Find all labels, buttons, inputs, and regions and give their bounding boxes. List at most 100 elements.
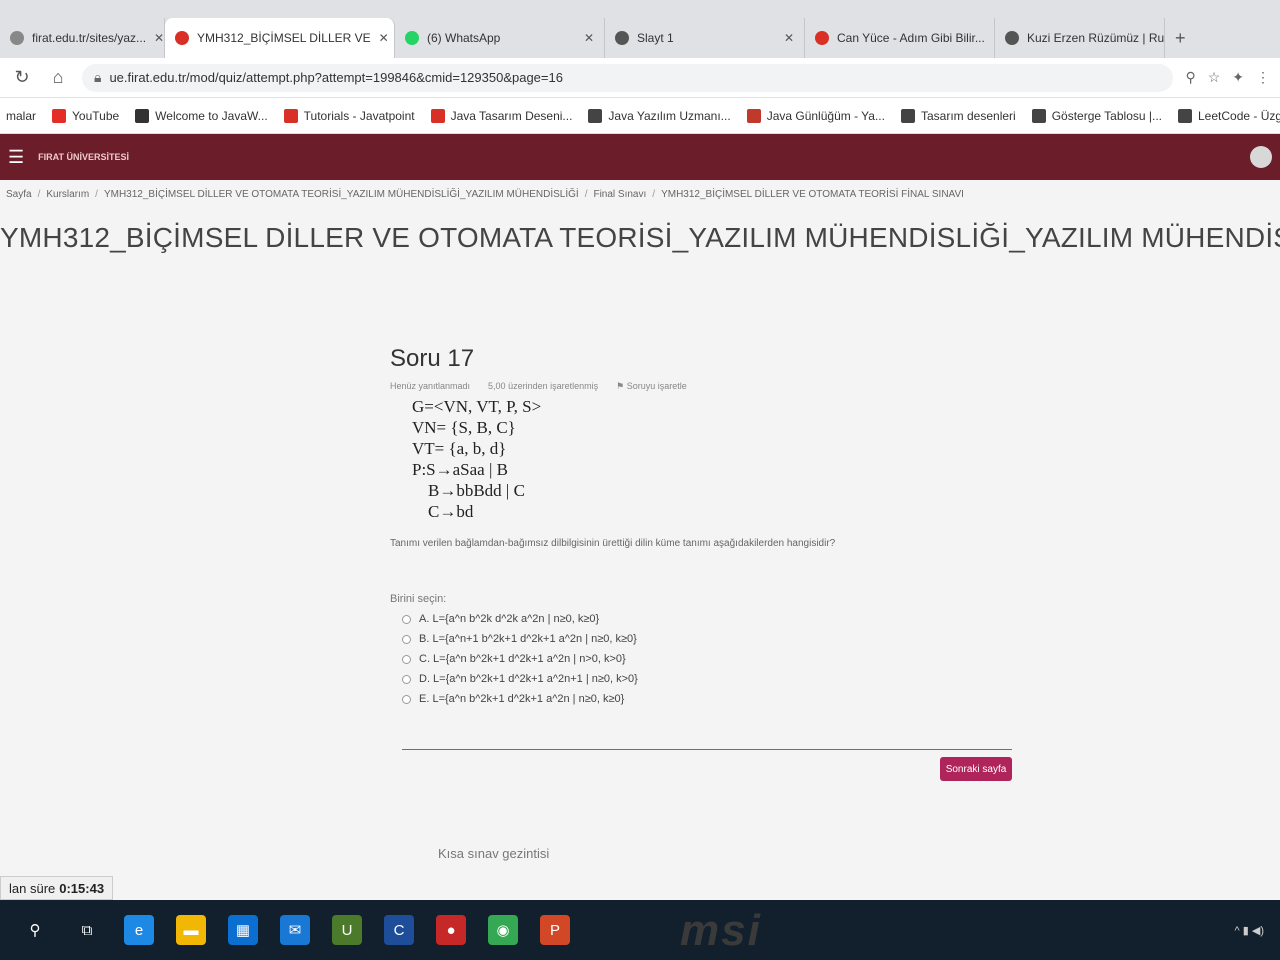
bookmarks-bar: malar YouTube Welcome to JavaW... Tutori… bbox=[0, 98, 1280, 134]
new-tab-button[interactable]: + bbox=[1165, 18, 1196, 58]
bookmark-favicon-icon bbox=[1178, 108, 1192, 123]
bookmark-label: Java Tasarım Deseni... bbox=[450, 108, 573, 123]
bookmark-item[interactable]: Java Günlüğüm - Ya... bbox=[746, 108, 885, 123]
next-page-button[interactable]: Sonraki sayfa bbox=[940, 757, 1012, 781]
bookmark-favicon-icon bbox=[135, 108, 150, 123]
flag-icon: ⚑ bbox=[616, 381, 627, 391]
flag-question-link[interactable]: ⚑ Soruyu işaretle bbox=[616, 381, 687, 392]
avatar[interactable] bbox=[1250, 146, 1272, 168]
screen: firat.edu.tr/sites/yaz... ✕ YMH312_BİÇİM… bbox=[0, 0, 1280, 960]
app-u-icon[interactable]: U bbox=[332, 915, 362, 945]
bookmark-item[interactable]: Java Tasarım Deseni... bbox=[430, 108, 573, 123]
browser-tab-active[interactable]: YMH312_BİÇİMSEL DİLLER VE ✕ bbox=[165, 18, 395, 58]
timer-value: 0:15:43 bbox=[59, 880, 105, 896]
question-points: 5,00 üzerinden işaretlenmiş bbox=[488, 381, 599, 391]
bookmark-label: Java Yazılım Uzmanı... bbox=[608, 108, 731, 123]
menu-icon[interactable]: ⋮ bbox=[1256, 69, 1270, 86]
browser-tab[interactable]: Can Yüce - Adım Gibi Bilir... ✕ bbox=[805, 18, 995, 58]
star-icon[interactable]: ☆ bbox=[1208, 69, 1221, 86]
bookmark-item[interactable]: Java Yazılım Uzmanı... bbox=[588, 108, 731, 123]
breadcrumb-item[interactable]: YMH312_BİÇİMSEL DİLLER VE OTOMATA TEORİS… bbox=[104, 189, 579, 200]
tab-title: Kuzi Erzen Rüzümüz | Ru... bbox=[1027, 31, 1165, 45]
edge-icon[interactable]: e bbox=[124, 915, 154, 945]
radio-button[interactable] bbox=[402, 614, 411, 624]
breadcrumb-item[interactable]: Final Sınavı bbox=[593, 189, 646, 200]
browser-tab[interactable]: Kuzi Erzen Rüzümüz | Ru... ✕ bbox=[995, 18, 1165, 58]
answer-option-a[interactable]: A. L={a^n b^2k d^2k a^2n | n≥0, k≥0} bbox=[390, 613, 1020, 625]
tab-title: firat.edu.tr/sites/yaz... bbox=[32, 31, 147, 45]
answer-option-d[interactable]: D. L={a^n b^2k+1 d^2k+1 a^2n+1 | n≥0, k>… bbox=[390, 673, 1020, 685]
bookmark-item[interactable]: malar bbox=[6, 109, 36, 123]
file-explorer-icon[interactable]: ▬ bbox=[176, 915, 206, 945]
tab-title: Slayt 1 bbox=[637, 31, 674, 45]
bookmark-label: Tasarım desenleri bbox=[920, 108, 1016, 123]
option-label: E. L={a^n b^2k+1 d^2k+1 a^2n | n≥0, k≥0} bbox=[419, 693, 625, 705]
search-icon[interactable]: ⚲ bbox=[20, 915, 50, 945]
quiz-navigation-heading[interactable]: Kısa sınav gezintisi bbox=[438, 846, 549, 861]
page-title: YMH312_BİÇİMSEL DİLLER VE OTOMATA TEORİS… bbox=[0, 222, 1280, 253]
taskbar: ⚲ ⧉ e ▬ ▦ ✉ U C ● ◉ P ^ ▮ ◀) bbox=[0, 900, 1280, 960]
system-tray[interactable]: ^ ▮ ◀) bbox=[1235, 924, 1264, 937]
breadcrumb-item[interactable]: Kurslarım bbox=[46, 189, 89, 200]
grammar-line: B→bbBdd | C bbox=[428, 481, 525, 500]
close-icon[interactable]: ✕ bbox=[584, 31, 594, 45]
option-label: D. L={a^n b^2k+1 d^2k+1 a^2n+1 | n≥0, k>… bbox=[419, 673, 638, 685]
address-bar-row: ↻ ⌂ 🔒︎ ue.firat.edu.tr/mod/quiz/attempt.… bbox=[0, 58, 1280, 98]
app-c-icon[interactable]: C bbox=[384, 915, 414, 945]
bookmark-item[interactable]: Tutorials - Javatpoint bbox=[283, 108, 415, 123]
site-logo[interactable]: FIRAT ÜNİVERSİTESİ bbox=[38, 152, 129, 162]
breadcrumb-separator: / bbox=[37, 188, 41, 200]
bookmark-favicon-icon bbox=[430, 108, 445, 123]
tab-favicon-icon bbox=[175, 31, 189, 45]
url-text: ue.firat.edu.tr/mod/quiz/attempt.php?att… bbox=[109, 70, 563, 85]
mail-icon[interactable]: ✉ bbox=[280, 915, 310, 945]
browser-tab[interactable]: Slayt 1 ✕ bbox=[605, 18, 805, 58]
bookmark-label: malar bbox=[6, 108, 37, 123]
bookmark-item[interactable]: Tasarım desenleri bbox=[900, 108, 1016, 123]
bookmark-item[interactable]: Welcome to JavaW... bbox=[135, 108, 268, 123]
radio-button[interactable] bbox=[402, 634, 411, 644]
extension-icon[interactable]: ✦ bbox=[1232, 69, 1244, 86]
close-icon[interactable]: ✕ bbox=[154, 31, 164, 45]
bookmark-favicon-icon bbox=[746, 108, 761, 123]
bookmark-item[interactable]: LeetCode - Üzgün... bbox=[1178, 108, 1280, 123]
bookmark-item[interactable]: YouTube bbox=[52, 108, 119, 123]
bookmark-favicon-icon bbox=[1031, 108, 1046, 123]
home-icon[interactable]: ⌂ bbox=[46, 67, 70, 88]
breadcrumb-item[interactable]: YMH312_BİÇİMSEL DİLLER VE OTOMATA TEORİS… bbox=[661, 189, 964, 200]
breadcrumb-item[interactable]: Sayfa bbox=[6, 189, 32, 200]
store-icon[interactable]: ▦ bbox=[228, 915, 258, 945]
tab-favicon-icon bbox=[815, 31, 829, 45]
reload-icon[interactable]: ↻ bbox=[10, 67, 34, 88]
radio-button[interactable] bbox=[402, 694, 411, 704]
bookmark-item[interactable]: Gösterge Tablosu |... bbox=[1031, 108, 1162, 123]
grammar-line: VN= {S, B, C} bbox=[412, 418, 516, 437]
answer-option-b[interactable]: B. L={a^n+1 b^2k+1 d^2k+1 a^2n | n≥0, k≥… bbox=[390, 633, 1020, 645]
time-remaining: lan süre 0:15:43 bbox=[0, 876, 114, 900]
monitor-brand-logo: msi bbox=[680, 906, 762, 955]
url-field[interactable]: 🔒︎ ue.firat.edu.tr/mod/quiz/attempt.php?… bbox=[82, 63, 1174, 92]
radio-button[interactable] bbox=[402, 674, 411, 684]
chrome-icon[interactable]: ◉ bbox=[488, 915, 518, 945]
answer-option-e[interactable]: E. L={a^n b^2k+1 d^2k+1 a^2n | n≥0, k≥0} bbox=[390, 693, 1020, 705]
bookmark-favicon-icon bbox=[900, 108, 915, 123]
powerpoint-icon[interactable]: P bbox=[540, 915, 570, 945]
bookmark-favicon-icon bbox=[588, 108, 603, 123]
browser-tab[interactable]: (6) WhatsApp ✕ bbox=[395, 18, 605, 58]
answer-prompt: Birini seçin: bbox=[390, 593, 447, 605]
app-red-icon[interactable]: ● bbox=[436, 915, 466, 945]
option-label: B. L={a^n+1 b^2k+1 d^2k+1 a^2n | n≥0, k≥… bbox=[419, 633, 637, 645]
question-text: Tanımı verilen bağlamdan-bağımsız dilbil… bbox=[390, 538, 836, 549]
radio-button[interactable] bbox=[402, 654, 411, 664]
close-icon[interactable]: ✕ bbox=[379, 31, 389, 45]
hamburger-menu-icon[interactable]: ☰ bbox=[8, 147, 24, 168]
close-icon[interactable]: ✕ bbox=[784, 31, 794, 45]
flag-label: Soruyu işaretle bbox=[626, 381, 687, 391]
divider bbox=[402, 749, 1012, 750]
search-icon[interactable]: ⚲ bbox=[1185, 69, 1195, 86]
answer-option-c[interactable]: C. L={a^n b^2k+1 d^2k+1 a^2n | n>0, k>0} bbox=[390, 653, 1020, 665]
tab-favicon-icon bbox=[405, 31, 419, 45]
bookmark-label: LeetCode - Üzgün... bbox=[1198, 108, 1280, 123]
browser-tab[interactable]: firat.edu.tr/sites/yaz... ✕ bbox=[0, 18, 165, 58]
task-view-icon[interactable]: ⧉ bbox=[72, 915, 102, 945]
